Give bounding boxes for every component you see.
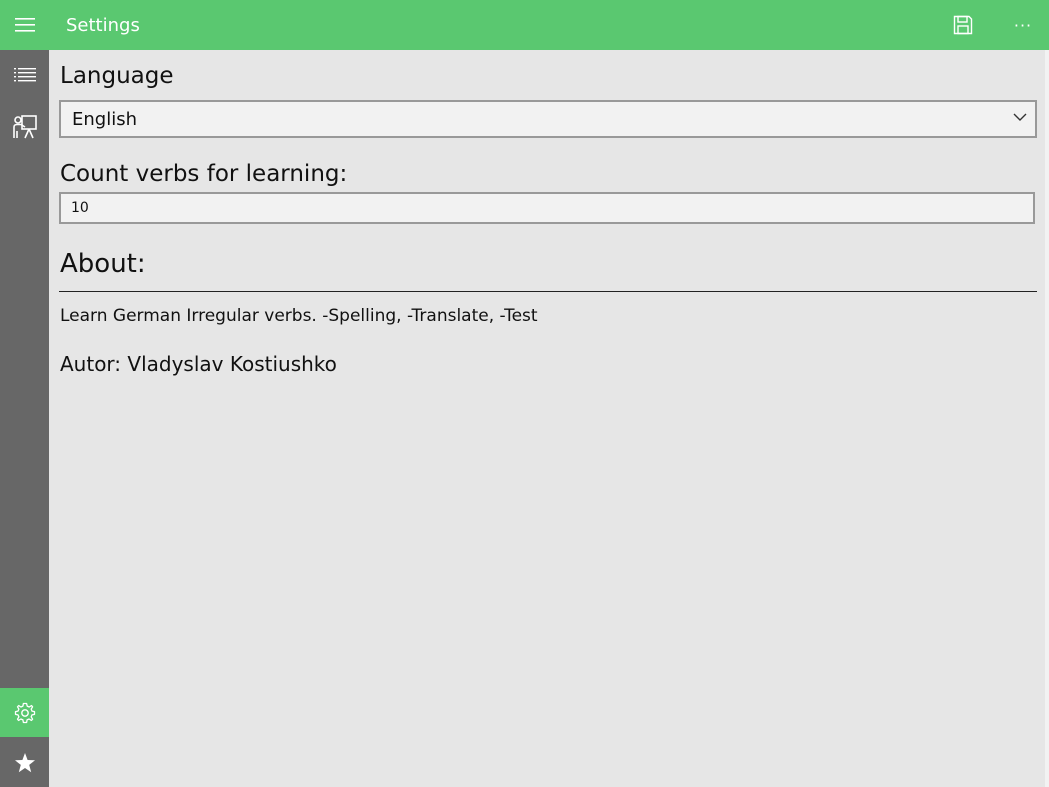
sidebar-item-settings[interactable] <box>0 688 49 737</box>
list-icon <box>13 67 36 81</box>
sidebar <box>0 50 49 787</box>
sidebar-item-verb-list[interactable] <box>0 50 49 99</box>
settings-content: Language English Count verbs for learnin… <box>49 50 1045 787</box>
author-text: Autor: Vladyslav Kostiushko <box>60 352 337 376</box>
window-right-edge <box>1045 50 1049 787</box>
language-select[interactable]: English <box>59 100 1037 138</box>
about-description: Learn German Irregular verbs. -Spelling,… <box>60 306 538 326</box>
gear-icon <box>14 702 35 723</box>
about-heading: About: <box>60 249 146 279</box>
count-verbs-label: Count verbs for learning: <box>60 161 348 187</box>
hamburger-icon <box>15 18 35 32</box>
hamburger-menu-button[interactable] <box>0 0 50 50</box>
app-window: Settings ··· Language English Count verb… <box>0 0 1049 787</box>
language-selected-value: English <box>72 109 137 130</box>
save-button[interactable] <box>940 0 986 50</box>
star-icon <box>14 752 35 772</box>
about-divider <box>59 291 1037 292</box>
more-options-button[interactable]: ··· <box>1000 0 1046 50</box>
sidebar-item-learning[interactable] <box>0 102 49 151</box>
save-icon <box>953 15 973 35</box>
title-bar: Settings ··· <box>0 0 1049 50</box>
count-verbs-input[interactable] <box>59 192 1035 224</box>
chevron-down-icon <box>1013 113 1027 121</box>
teacher-board-icon <box>12 114 37 138</box>
page-title: Settings <box>66 15 140 36</box>
language-label: Language <box>60 63 174 89</box>
sidebar-item-favorites[interactable] <box>0 738 49 787</box>
